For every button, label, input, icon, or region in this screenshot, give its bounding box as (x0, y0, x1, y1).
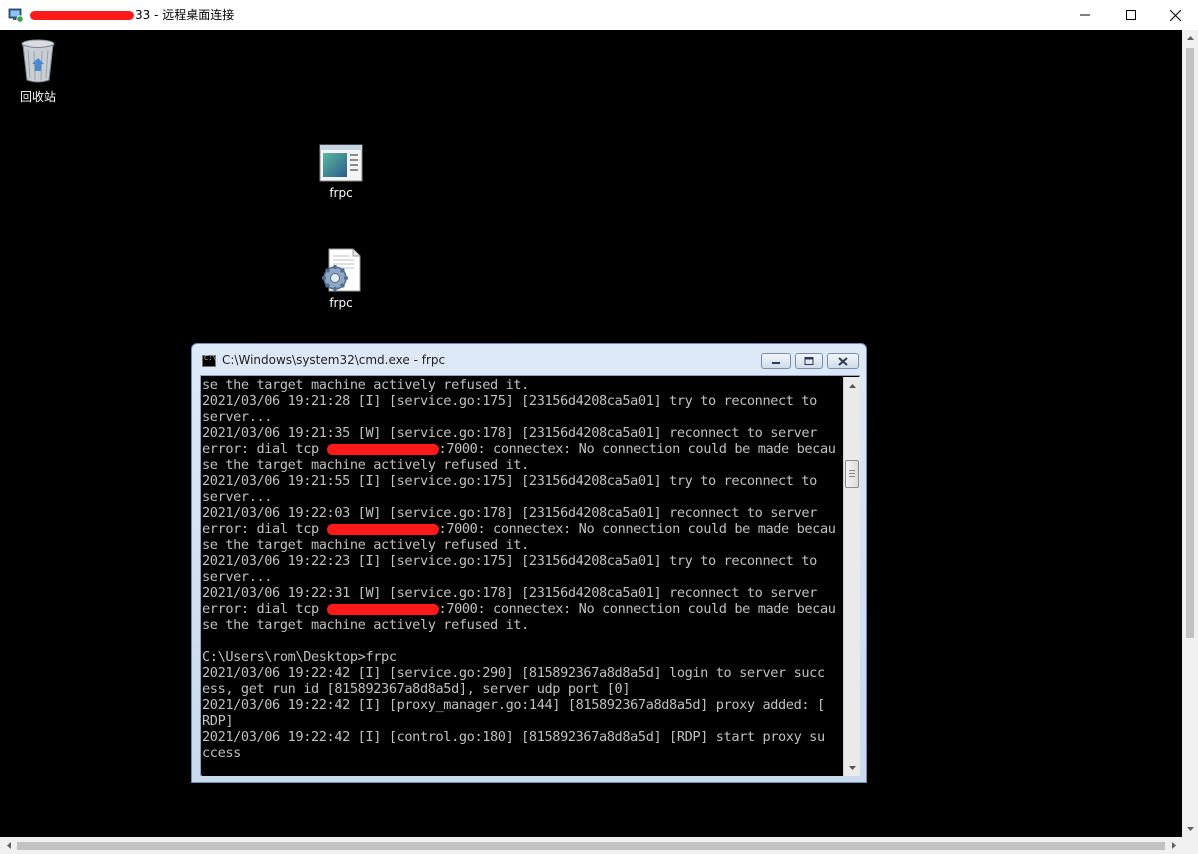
arrow-right-icon (1171, 842, 1176, 849)
rdp-title-bar[interactable]: 33 - 远程桌面连接 (0, 0, 1198, 30)
redacted-ip (326, 443, 439, 455)
console-line: 2021/03/06 19:22:42 [I] [control.go:180]… (202, 729, 825, 745)
cmd-minimize-button[interactable] (761, 353, 791, 369)
console-line: error: dial tcp :7000: connectex: No con… (202, 441, 843, 457)
console-line-text: error: dial tcp (202, 521, 327, 537)
close-button[interactable] (1152, 0, 1198, 30)
rdp-title-text: 33 - 远程桌面连接 (135, 8, 235, 22)
console-line: 2021/03/06 19:22:23 [I] [service.go:175]… (202, 553, 817, 569)
maximize-button[interactable] (1108, 0, 1154, 30)
console-line: se the target machine actively refused i… (202, 617, 529, 633)
scroll-thumb[interactable] (1186, 48, 1194, 638)
console-line: server... (202, 409, 273, 425)
cmd-title-bar[interactable]: C:\Windows\system32\cmd.exe - frpc (192, 344, 866, 374)
icon-label: frpc (329, 296, 353, 310)
recycle-bin-icon (21, 39, 55, 83)
desktop-icon-frpc-config[interactable]: frpc (301, 248, 381, 310)
console-line-text: error: dial tcp (202, 441, 327, 457)
close-icon (1169, 9, 1181, 21)
console-line: se the target machine actively refused i… (202, 377, 529, 393)
arrow-down-icon (1186, 827, 1194, 831)
redacted-ip (326, 523, 439, 535)
cmd-scroll-up-button[interactable] (844, 377, 860, 394)
console-line: se the target machine actively refused i… (202, 457, 529, 473)
console-line: 2021/03/06 19:22:03 [W] [service.go:178]… (202, 505, 817, 521)
application-exe-icon (319, 144, 363, 182)
console-text: se the target machine actively refused i… (202, 377, 843, 761)
cmd-close-button[interactable] (827, 353, 859, 369)
scrollbar-corner (1182, 837, 1198, 854)
icon-label: 回收站 (19, 90, 56, 104)
console-output[interactable]: se the target machine actively refused i… (202, 377, 843, 776)
scroll-up-button[interactable] (1182, 30, 1198, 46)
console-line: RDP] (202, 713, 234, 729)
console-line: 2021/03/06 19:21:28 [I] [service.go:175]… (202, 393, 817, 409)
maximize-icon (804, 357, 814, 365)
minimize-button[interactable] (1062, 0, 1108, 30)
console-line: ccess (202, 745, 241, 761)
redacted-address (30, 11, 134, 20)
console-line: ess, get run id [815892367a8d8a5d], serv… (202, 681, 631, 697)
console-line-text: error: dial tcp (202, 601, 327, 617)
minimize-icon (772, 362, 780, 364)
desktop-icon-recycle-bin[interactable]: 回收站 (0, 38, 78, 105)
close-icon (838, 356, 848, 366)
cmd-client-area[interactable]: se the target machine actively refused i… (200, 375, 860, 776)
console-line-text: :7000: connectex: No connection could be… (438, 601, 836, 617)
console-icon (202, 354, 217, 367)
cmd-scroll-down-button[interactable] (844, 759, 860, 776)
scroll-left-button[interactable] (0, 837, 17, 854)
arrow-left-icon (6, 842, 11, 849)
maximize-icon (1126, 10, 1136, 20)
scroll-thumb[interactable] (17, 842, 1165, 850)
console-line-text: :7000: connectex: No connection could be… (438, 441, 836, 457)
console-line: error: dial tcp :7000: connectex: No con… (202, 601, 843, 617)
console-line: C:\Users\rom\Desktop>frpc (202, 649, 397, 665)
console-line: 2021/03/06 19:21:55 [I] [service.go:175]… (202, 473, 817, 489)
console-line: 2021/03/06 19:21:35 [W] [service.go:178]… (202, 425, 817, 441)
console-line: server... (202, 569, 273, 585)
console-line: 2021/03/06 19:22:42 [I] [proxy_manager.g… (202, 697, 825, 713)
console-line: 2021/03/06 19:22:42 [I] [service.go:290]… (202, 665, 825, 681)
config-file-icon (322, 248, 361, 292)
cmd-maximize-button[interactable] (795, 353, 823, 369)
desktop-icon-frpc-exe[interactable]: frpc (301, 144, 381, 200)
redacted-ip (326, 603, 439, 615)
scroll-down-button[interactable] (1182, 821, 1198, 837)
cmd-vertical-scrollbar[interactable] (843, 377, 860, 776)
scroll-right-button[interactable] (1165, 837, 1182, 854)
icon-label: frpc (329, 186, 353, 200)
rdp-window-title: 33 - 远程桌面连接 (30, 7, 234, 23)
arrow-down-icon (848, 765, 856, 770)
remote-desktop-icon (8, 8, 24, 23)
console-line-text: :7000: connectex: No connection could be… (438, 521, 836, 537)
arrow-up-icon (848, 383, 856, 388)
console-line: se the target machine actively refused i… (202, 537, 529, 553)
rdp-horizontal-scrollbar[interactable] (0, 837, 1182, 854)
rdp-vertical-scrollbar[interactable] (1182, 30, 1198, 837)
arrow-up-icon (1186, 36, 1194, 40)
minimize-icon (1080, 14, 1090, 16)
console-line: error: dial tcp :7000: connectex: No con… (202, 521, 843, 537)
cmd-window-title: C:\Windows\system32\cmd.exe - frpc (222, 353, 446, 367)
cmd-window[interactable]: C:\Windows\system32\cmd.exe - frpc se th… (191, 343, 867, 783)
cmd-scroll-thumb[interactable] (845, 460, 859, 488)
console-line: 2021/03/06 19:22:31 [W] [service.go:178]… (202, 585, 817, 601)
console-line: server... (202, 489, 273, 505)
